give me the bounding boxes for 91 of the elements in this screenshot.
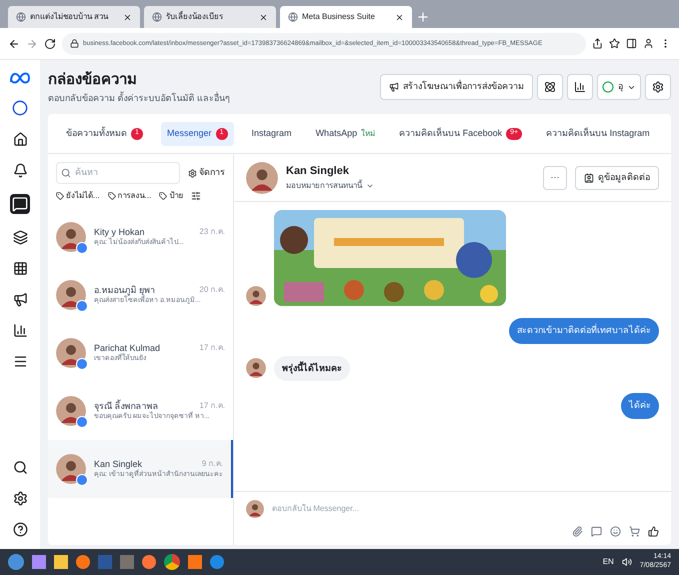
reload-icon[interactable] [44,38,56,50]
close-icon[interactable] [123,12,132,22]
inbox-icon[interactable] [10,194,30,214]
page-avatar-icon[interactable] [12,100,28,116]
chat-contact-name: Kan Singlek [286,164,350,180]
globe-icon [288,12,298,22]
avatar [56,396,86,426]
share-icon[interactable] [592,38,603,49]
avatar [246,286,266,306]
help-icon[interactable] [12,522,28,537]
bell-icon[interactable] [12,163,28,178]
contact-name: Kity y Hokan [94,226,145,238]
tab-title: Meta Business Suite [302,11,376,23]
browser-tab[interactable]: ตกแต่งไม่ชอบบ้าน สวน [8,6,140,28]
search-icon[interactable] [12,460,28,475]
contact-name: อ.หมอนภูมิ ยุพา [94,284,156,296]
contact-name: Kan Singlek [94,458,142,469]
bookmark-icon[interactable] [609,38,620,49]
inbox-tab[interactable]: ความคิดเห็นบน Instagram [540,122,656,146]
contact-info-button[interactable]: ดูข้อมูลติดต่อ [575,166,659,190]
emoji-icon[interactable] [610,526,621,537]
inbox-tab[interactable]: WhatsApp ใหม่ [310,122,382,146]
saved-reply-icon[interactable] [591,526,602,537]
globe-icon [16,12,26,22]
filter-chip[interactable]: ยังไม่ได้... [56,190,100,202]
new-label: ใหม่ [361,128,376,140]
message-time: 17 ก.ค. [199,400,225,412]
integrations-button[interactable] [537,74,563,100]
profile-icon[interactable] [643,38,654,49]
settings-button[interactable] [645,74,671,100]
tab-title: ตกแต่งไม่ชอบบ้าน สวน [30,11,110,23]
assign-dropdown[interactable]: มอบหมายการสนทนานี้ [286,180,535,192]
chart-icon [574,81,586,93]
menu-icon[interactable] [12,354,28,369]
account-button[interactable]: อุ [597,74,641,100]
volume-icon[interactable] [622,557,632,567]
cart-icon[interactable] [629,526,640,537]
avatar [56,222,86,252]
lock-icon [70,39,79,48]
tag-icon [108,192,116,200]
atom-icon [544,81,556,93]
account-icon [602,81,614,93]
manage-button[interactable]: จัดการ [188,166,225,180]
sent-message: ได้ค่ะ [621,393,659,418]
megaphone-icon[interactable] [12,292,28,307]
sent-message: สะดวกเข้ามาติดต่อที่เทศบาลได้ค่ะ [509,318,659,344]
tag-icon [159,192,168,200]
message-time: 23 ก.ค. [199,226,225,238]
message-time: 9 ก.ค. [202,458,223,469]
avatar [56,280,86,310]
language-indicator[interactable]: EN [602,556,614,568]
back-icon[interactable] [8,38,20,50]
settings-icon[interactable] [12,491,28,506]
like-icon[interactable] [648,526,659,537]
megaphone-icon [389,82,399,92]
filter-chip[interactable]: ป้าย [159,190,184,202]
message-time: 20 ก.ค. [199,284,225,296]
globe-icon [152,12,162,22]
side-panel-icon[interactable] [626,38,637,49]
chart-icon[interactable] [12,323,28,338]
search-icon [61,168,71,178]
home-icon[interactable] [12,132,28,147]
gear-icon [188,168,197,178]
forward-icon[interactable] [26,38,38,50]
tag-icon [56,192,64,200]
filter-chip[interactable]: การลงน... [108,190,152,202]
create-ad-button[interactable]: สร้างโฆษณาเพื่อการส่งข้อความ [380,74,533,100]
more-button[interactable]: ··· [543,166,567,190]
filter-icon[interactable] [191,191,202,201]
close-icon[interactable] [395,12,404,22]
avatar [246,358,266,378]
insights-button[interactable] [567,74,593,100]
close-icon[interactable] [259,12,268,22]
avatar [56,454,86,484]
contact-card-icon [584,172,594,182]
page-subtitle: ตอบกลับข้อความ ตั้งค่าระบบอัตโนมัติ และอื่นๆ [48,92,232,105]
layers-icon[interactable] [12,230,28,245]
grid-icon[interactable] [12,261,28,276]
attach-icon[interactable] [572,526,583,537]
page-title: กล่องข้อความ [48,70,138,90]
inbox-tab[interactable]: Instagram [246,122,298,146]
message-time: 17 ก.ค. [199,342,225,354]
contact-name: Parichat Kulmad [94,342,160,353]
browser-tab[interactable]: Meta Business Suite [280,6,412,28]
meta-logo-icon [9,72,31,84]
contact-name: จุรณี ลิ้งพกลาพล [94,400,159,412]
avatar [246,162,278,194]
avatar [246,500,264,518]
avatar [56,338,86,368]
received-message: พรุ่งนี้ได้ไหมคะ [274,356,350,381]
settings-icon [652,81,664,93]
